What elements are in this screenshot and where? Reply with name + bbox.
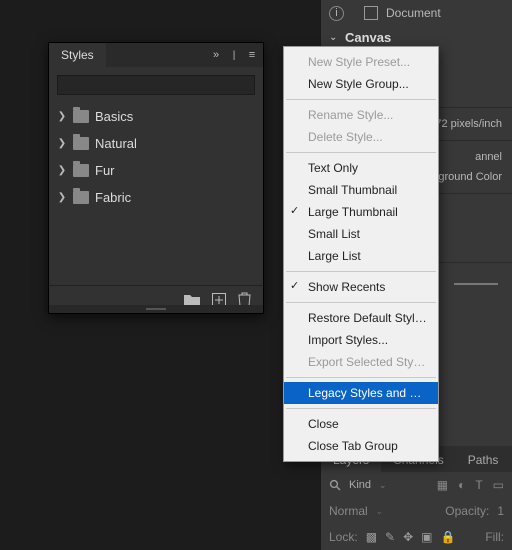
styles-panel-flyout-menu: New Style Preset... New Style Group... R… — [283, 46, 439, 462]
filter-type-icons: ▦ ◐ T ▭ — [437, 478, 504, 492]
folder-label: Natural — [95, 136, 137, 151]
layer-filter-row: Kind ⌄ ▦ ◐ T ▭ — [321, 472, 512, 498]
folder-label: Basics — [95, 109, 133, 124]
menu-new-style-preset: New Style Preset... — [284, 51, 438, 73]
styles-folder-list: ❯ Basics ❯ Natural ❯ Fur ❯ Fabric — [49, 99, 263, 215]
lock-all-icon[interactable]: 🔒 — [441, 530, 456, 544]
menu-delete-style: Delete Style... — [284, 126, 438, 148]
search-icon[interactable] — [329, 479, 341, 491]
lock-label: Lock: — [329, 530, 358, 544]
styles-panel: Styles » | ≡ ❯ Basics ❯ Natural ❯ Fur ❯ … — [48, 42, 264, 314]
menu-export-styles: Export Selected Styles... — [284, 351, 438, 373]
lock-position-icon[interactable]: ✥ — [403, 530, 413, 544]
folder-icon — [73, 110, 89, 123]
canvas-label: Canvas — [345, 30, 391, 45]
fill-label: Fill: — [485, 530, 504, 544]
menu-separator — [286, 99, 436, 100]
filter-type-icon[interactable]: T — [475, 478, 482, 492]
menu-separator — [286, 408, 436, 409]
folder-icon — [73, 164, 89, 177]
styles-folder[interactable]: ❯ Basics — [49, 103, 263, 130]
chevron-down-icon: ⌄ — [379, 480, 387, 491]
divider: | — [227, 48, 241, 62]
filter-pixel-icon[interactable]: ▦ — [437, 478, 448, 492]
styles-folder[interactable]: ❯ Natural — [49, 130, 263, 157]
menu-close[interactable]: Close — [284, 413, 438, 435]
styles-folder[interactable]: ❯ Fabric — [49, 184, 263, 211]
info-icon[interactable]: i — [329, 6, 344, 21]
menu-large-list[interactable]: Large List — [284, 245, 438, 267]
stroke-preview — [454, 283, 498, 285]
styles-search-input[interactable] — [57, 75, 255, 95]
menu-close-tab-group[interactable]: Close Tab Group — [284, 435, 438, 457]
menu-separator — [286, 302, 436, 303]
chevron-right-icon: ❯ — [57, 111, 67, 122]
chevron-right-icon: ❯ — [57, 138, 67, 149]
chevron-right-icon: ❯ — [57, 165, 67, 176]
chevron-down-icon: ⌄ — [376, 506, 384, 517]
lock-brush-icon[interactable]: ✎ — [385, 530, 395, 544]
opacity-value[interactable]: 1 — [497, 504, 504, 518]
folder-icon — [73, 137, 89, 150]
collapse-icon[interactable]: » — [209, 48, 223, 62]
lock-fill-row: Lock: ▩ ✎ ✥ ▣ 🔒 Fill: — [321, 524, 512, 550]
menu-text-only[interactable]: Text Only — [284, 157, 438, 179]
menu-restore-default[interactable]: Restore Default Styles... — [284, 307, 438, 329]
chevron-right-icon: ❯ — [57, 192, 67, 203]
lock-pixels-icon[interactable]: ▩ — [366, 530, 377, 544]
menu-legacy-styles[interactable]: Legacy Styles and More — [284, 382, 438, 404]
blend-opacity-row: Normal ⌄ Opacity: 1 — [321, 498, 512, 524]
tab-styles[interactable]: Styles — [49, 43, 106, 67]
menu-rename-style: Rename Style... — [284, 104, 438, 126]
styles-folder[interactable]: ❯ Fur — [49, 157, 263, 184]
filter-kind[interactable]: Kind — [349, 479, 371, 491]
menu-small-thumbnail[interactable]: Small Thumbnail — [284, 179, 438, 201]
panel-menu-icon[interactable]: ≡ — [245, 48, 259, 62]
menu-large-thumbnail[interactable]: Large Thumbnail — [284, 201, 438, 223]
menu-small-list[interactable]: Small List — [284, 223, 438, 245]
chevron-down-icon: ⌄ — [329, 32, 339, 43]
resize-grip[interactable] — [49, 305, 263, 313]
lock-artboard-icon[interactable]: ▣ — [421, 530, 432, 544]
document-label: Document — [386, 6, 441, 20]
filter-adjust-icon[interactable]: ◐ — [458, 478, 465, 492]
menu-import-styles[interactable]: Import Styles... — [284, 329, 438, 351]
folder-label: Fabric — [95, 190, 131, 205]
document-icon — [364, 6, 378, 20]
menu-separator — [286, 377, 436, 378]
opacity-label: Opacity: — [445, 504, 489, 518]
tab-paths[interactable]: Paths — [456, 448, 511, 472]
folder-label: Fur — [95, 163, 115, 178]
filter-shape-icon[interactable]: ▭ — [493, 478, 504, 492]
menu-show-recents[interactable]: Show Recents — [284, 276, 438, 298]
menu-separator — [286, 152, 436, 153]
styles-panel-tabstrip: Styles » | ≡ — [49, 43, 263, 67]
menu-new-style-group[interactable]: New Style Group... — [284, 73, 438, 95]
folder-icon — [73, 191, 89, 204]
blend-mode[interactable]: Normal — [329, 504, 368, 518]
menu-separator — [286, 271, 436, 272]
